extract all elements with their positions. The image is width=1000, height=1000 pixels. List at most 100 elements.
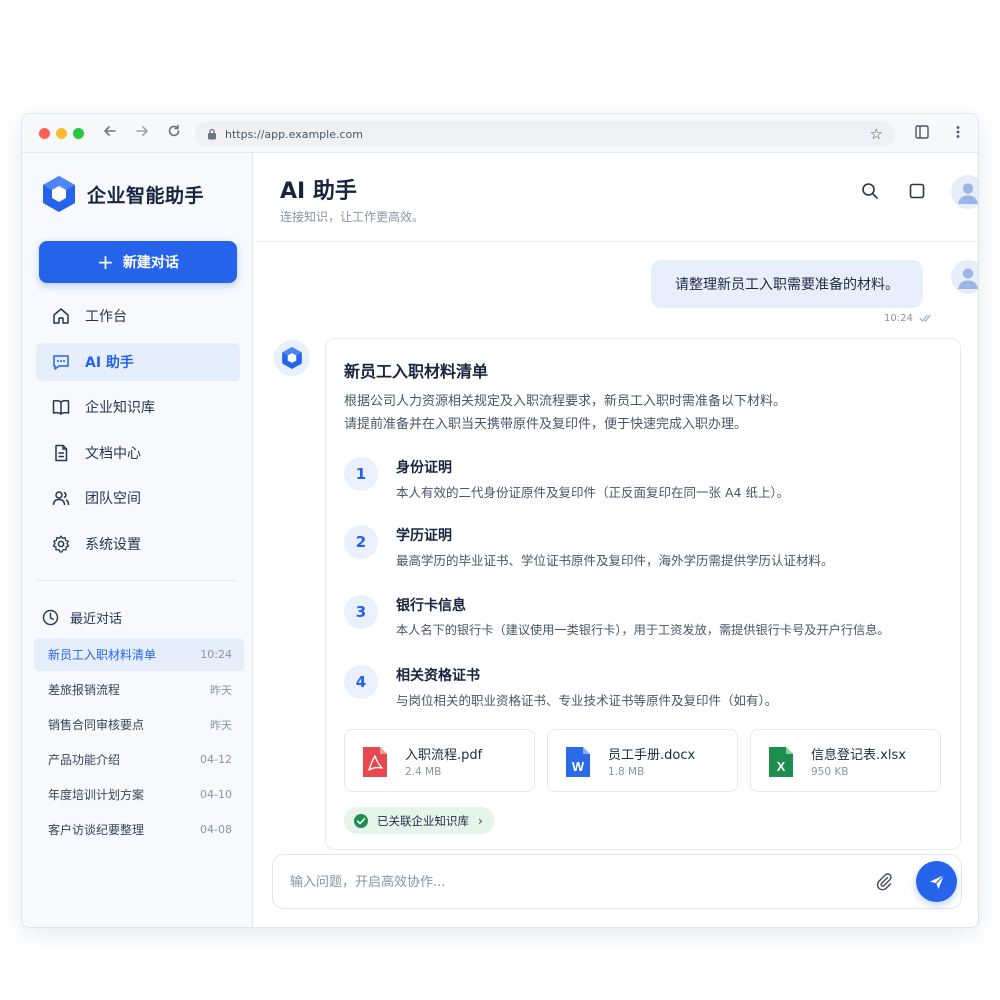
double-check-icon: [919, 314, 931, 322]
message-user-avatar: [951, 260, 978, 294]
step-number: 3: [344, 595, 378, 629]
check-circle-icon: [354, 813, 368, 828]
sidebar-divider: [37, 580, 237, 581]
step-description: 与岗位相关的职业资格证书、专业技术证书等原件及复印件（如有）。: [396, 693, 778, 708]
recent-item-time: 昨天: [210, 683, 232, 697]
attachment-size: 1.8 MB: [608, 766, 645, 778]
paperclip-icon[interactable]: [874, 871, 896, 893]
message-meta: 10:24: [884, 313, 933, 324]
reload-icon[interactable]: [164, 123, 184, 143]
message-time: 10:24: [884, 313, 913, 324]
brand: 企业智能助手: [41, 175, 204, 213]
search-icon[interactable]: [860, 181, 882, 203]
kb-chip-label: 已关联企业知识库: [377, 813, 469, 828]
recent-item[interactable]: 客户访谈纪要整理 04-08: [34, 813, 244, 846]
recent-item-title: 销售合同审核要点: [48, 718, 145, 732]
recent-item[interactable]: 新员工入职材料清单 10:24: [34, 638, 244, 671]
brand-logo-icon: [43, 176, 75, 212]
word-icon: W: [566, 747, 590, 777]
sidebar-item-label: 文档中心: [85, 445, 141, 462]
window-layout-icon[interactable]: [907, 181, 929, 203]
bookmark-star-icon[interactable]: ☆: [870, 125, 883, 143]
assistant-logo-icon: [282, 347, 302, 369]
new-chat-label: 新建对话: [122, 255, 179, 271]
document-icon: [55, 444, 68, 461]
message-composer: [272, 854, 962, 909]
linked-knowledge-base-chip[interactable]: 已关联企业知识库 ›: [344, 807, 495, 834]
user-message-bubble: 请整理新员工入职需要准备的材料。: [651, 260, 923, 308]
recent-item[interactable]: 销售合同审核要点 昨天: [34, 708, 244, 741]
attachment-size: 950 KB: [811, 766, 849, 778]
chat-icon: [53, 354, 69, 370]
recent-item-title: 产品功能介绍: [48, 753, 121, 767]
step-description: 最高学历的毕业证书、学位证书原件及复印件，海外学历需提供学历认证材料。: [396, 553, 834, 568]
recent-item-time: 04-10: [200, 788, 232, 801]
main-panel: AI 助手 连接知识，让工作更高效。 请整理新员工入职需要准备的材料。 10:2…: [254, 153, 978, 927]
message-input[interactable]: [290, 869, 850, 895]
step-number: 2: [344, 525, 378, 559]
sidebar-item-label: 企业知识库: [85, 400, 155, 416]
back-icon[interactable]: [100, 123, 120, 143]
recent-item-time: 04-08: [200, 823, 232, 836]
step-title: 学历证明: [396, 528, 452, 544]
sidebar-item-knowledge-base[interactable]: 企业知识库: [36, 388, 240, 426]
maximize-window-button[interactable]: [73, 128, 84, 139]
gear-icon: [52, 534, 70, 553]
attachment-name: 员工手册.docx: [608, 748, 696, 763]
sidebar-item-ai-assistant[interactable]: AI 助手: [36, 342, 240, 381]
header-divider: [254, 241, 978, 242]
sidebar: 企业智能助手 + 新建对话 工作台 AI 助手 企业知识库 文档中心 团队空间 …: [22, 153, 253, 927]
user-message-text: 请整理新员工入职需要准备的材料。: [675, 277, 899, 293]
attachment-docx[interactable]: W 员工手册.docx 1.8 MB: [547, 729, 738, 792]
attachment-xlsx[interactable]: X 信息登记表.xlsx 950 KB: [750, 729, 941, 792]
team-icon: [52, 491, 70, 506]
answer-title: 新员工入职材料清单: [344, 362, 489, 381]
more-menu-icon[interactable]: [950, 124, 968, 142]
recent-item-time: 04-12: [200, 753, 232, 766]
step-number: 1: [344, 457, 378, 491]
answer-intro: 根据公司人力资源相关规定及入职流程要求，新员工入职时需准备以下材料。 请提前准备…: [344, 390, 786, 436]
close-window-button[interactable]: [39, 128, 50, 139]
user-icon: [958, 268, 978, 289]
forward-icon[interactable]: [132, 123, 152, 143]
plus-icon: +: [97, 250, 114, 274]
page-title: AI 助手: [280, 179, 357, 204]
address-bar[interactable]: https://app.example.com ☆: [195, 121, 895, 147]
svg-text:W: W: [572, 759, 585, 774]
browser-window: https://app.example.com ☆ 企业智能助手 + 新建对话: [21, 113, 979, 928]
recent-item-time: 昨天: [210, 718, 232, 732]
sidebar-toggle-icon[interactable]: [914, 124, 932, 142]
step-title: 相关资格证书: [396, 668, 480, 684]
recent-item[interactable]: 年度培训计划方案 04-10: [34, 778, 244, 811]
sidebar-item-workbench[interactable]: 工作台: [36, 297, 240, 335]
send-icon: [929, 874, 944, 889]
sidebar-item-label: 工作台: [85, 309, 127, 325]
step-title: 身份证明: [396, 460, 452, 476]
brand-title: 企业智能助手: [87, 184, 205, 207]
recent-item[interactable]: 产品功能介绍 04-12: [34, 743, 244, 776]
browser-toolbar: https://app.example.com ☆: [22, 114, 978, 153]
recent-heading-label: 最近对话: [70, 612, 123, 627]
sidebar-item-settings[interactable]: 系统设置: [36, 525, 240, 563]
sidebar-item-documents[interactable]: 文档中心: [36, 434, 240, 472]
send-button[interactable]: [916, 861, 957, 902]
home-icon: [53, 308, 69, 324]
user-avatar[interactable]: [951, 175, 978, 209]
step-number: 4: [344, 665, 378, 699]
page-subtitle: 连接知识，让工作更高效。: [280, 210, 425, 224]
svg-text:X: X: [777, 759, 786, 774]
answer-intro-line: 根据公司人力资源相关规定及入职流程要求，新员工入职时需准备以下材料。: [344, 394, 787, 409]
new-chat-button[interactable]: + 新建对话: [39, 241, 237, 283]
recent-item-title: 新员工入职材料清单: [48, 648, 157, 662]
sidebar-item-label: 系统设置: [85, 536, 141, 553]
recent-item[interactable]: 差旅报销流程 昨天: [34, 673, 244, 706]
clock-icon: [42, 609, 59, 626]
attachment-size: 2.4 MB: [405, 766, 442, 778]
step-title: 银行卡信息: [396, 598, 466, 614]
recent-item-title: 年度培训计划方案: [48, 788, 145, 802]
sidebar-menu: 工作台 AI 助手 企业知识库 文档中心 团队空间 系统设置: [36, 297, 240, 570]
user-icon: [958, 183, 978, 204]
minimize-window-button[interactable]: [56, 128, 67, 139]
attachment-pdf[interactable]: 入职流程.pdf 2.4 MB: [344, 729, 535, 792]
sidebar-item-team-space[interactable]: 团队空间: [36, 479, 240, 517]
